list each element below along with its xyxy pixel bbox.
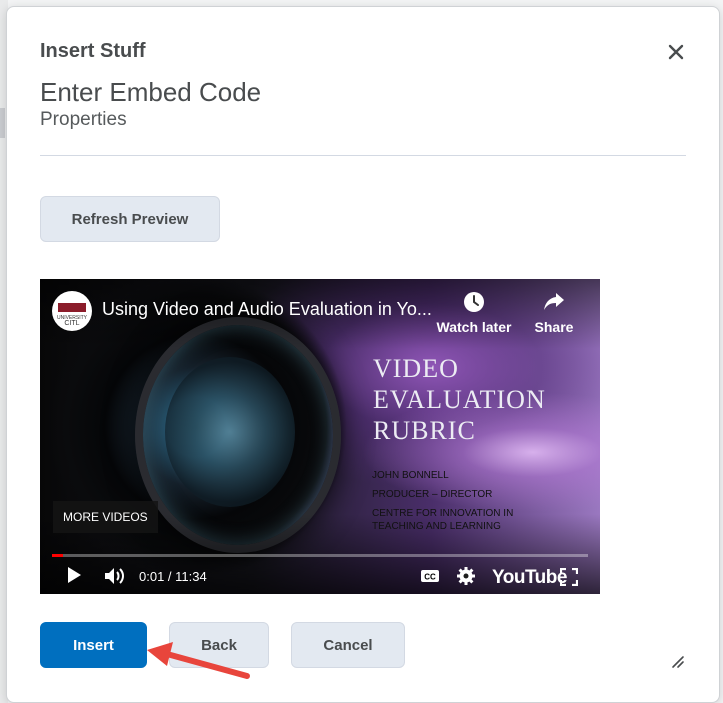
insert-stuff-dialog: Insert Stuff Enter Embed Code Properties… [6, 6, 720, 703]
close-button[interactable] [663, 39, 689, 65]
refresh-preview-button[interactable]: Refresh Preview [40, 196, 220, 242]
svg-text:CC: CC [424, 573, 436, 582]
slide-title-line: RUBRIC [373, 416, 476, 445]
clock-icon [464, 292, 484, 312]
close-icon [668, 44, 684, 60]
insert-button[interactable]: Insert [40, 622, 147, 668]
slide-title-line: EVALUATION [373, 385, 546, 414]
section-subheading: Properties [40, 109, 127, 130]
share-label: Share [534, 319, 574, 335]
dialog-title: Insert Stuff [40, 40, 146, 62]
credit-role: PRODUCER – DIRECTOR [372, 489, 493, 500]
more-videos-button[interactable]: MORE VIDEOS [53, 501, 158, 533]
channel-logo-abbr: CITL [64, 320, 80, 327]
credit-name: JOHN BONNELL [372, 470, 449, 481]
fullscreen-icon [559, 567, 579, 587]
progress-fill [52, 554, 63, 557]
section-heading: Enter Embed Code [40, 77, 262, 107]
slide-title: VIDEO EVALUATION RUBRIC [373, 353, 546, 446]
volume-button[interactable] [104, 566, 126, 591]
captions-button[interactable]: CC [420, 569, 440, 588]
settings-button[interactable] [456, 566, 476, 591]
watch-later-button[interactable]: Watch later [434, 291, 514, 335]
share-arrow-icon [544, 293, 564, 310]
channel-logo-mark [58, 303, 86, 312]
slide-title-line: VIDEO [373, 354, 459, 383]
lens-glass [165, 357, 295, 507]
divider [40, 155, 686, 156]
cc-icon: CC [421, 570, 439, 582]
play-button[interactable] [66, 566, 82, 589]
resize-grip-icon[interactable] [669, 653, 685, 669]
video-title[interactable]: Using Video and Audio Evaluation in Yo..… [102, 299, 432, 320]
play-icon [68, 567, 81, 583]
watch-later-label: Watch later [436, 319, 512, 335]
backdrop-mark [0, 108, 5, 138]
share-button[interactable]: Share [514, 291, 594, 335]
credit-org: CENTRE FOR INNOVATION IN TEACHING AND LE… [372, 508, 514, 532]
time-readout: 0:01 / 11:34 [139, 569, 207, 584]
gear-icon [457, 567, 475, 585]
progress-bar[interactable] [52, 554, 588, 557]
cancel-button[interactable]: Cancel [291, 622, 405, 668]
video-preview[interactable]: UNIVERSITY CITL Using Video and Audio Ev… [40, 279, 600, 594]
youtube-logo[interactable]: YouTube [492, 567, 567, 589]
volume-icon [105, 568, 124, 584]
annotation-arrow [147, 642, 250, 679]
channel-avatar[interactable]: UNIVERSITY CITL [52, 291, 92, 331]
fullscreen-button[interactable] [559, 567, 579, 591]
